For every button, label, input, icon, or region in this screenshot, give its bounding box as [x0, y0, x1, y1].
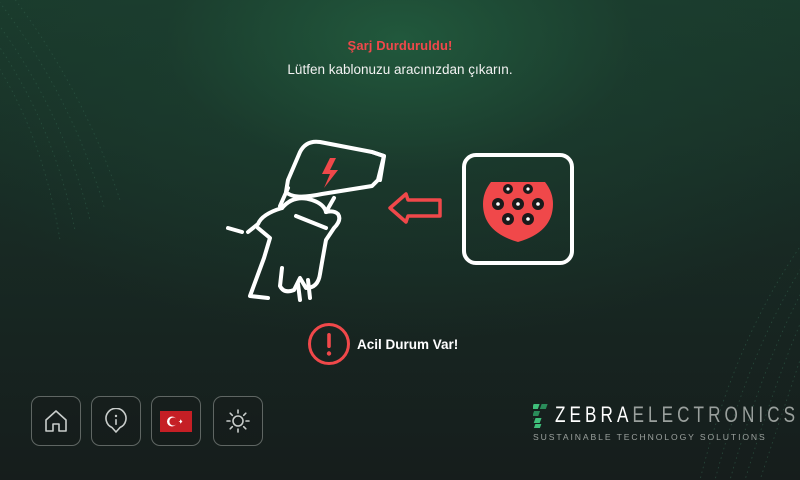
status-title: Şarj Durduruldu!: [347, 38, 453, 53]
alert-text: Acil Durum Var!: [357, 336, 459, 352]
arrow-left-icon: [388, 192, 442, 224]
sun-icon: [226, 409, 250, 433]
brightness-button[interactable]: [213, 396, 263, 446]
home-button[interactable]: [31, 396, 81, 446]
type2-socket-icon: [462, 153, 574, 265]
brand-tagline: SUSTAINABLE TECHNOLOGY SOLUTIONS: [533, 432, 767, 442]
hand-holding-plug-icon: [226, 139, 386, 302]
brand-name: ZEBRAELECTRONICS: [555, 402, 800, 427]
brand-logo: ZEBRAELECTRONICS SUSTAINABLE TECHNOLOGY …: [533, 400, 795, 446]
turkey-flag-icon: [160, 410, 192, 432]
info-icon: [105, 408, 127, 433]
zebra-logo-icon: [533, 404, 548, 428]
emergency-alert: Acil Durum Var!: [307, 322, 458, 366]
info-button[interactable]: [91, 396, 141, 446]
status-message: Lütfen kablonuzu aracınızdan çıkarın.: [287, 62, 513, 77]
language-button[interactable]: [151, 396, 201, 446]
home-icon: [45, 410, 67, 432]
alert-circle-icon: [308, 323, 350, 365]
